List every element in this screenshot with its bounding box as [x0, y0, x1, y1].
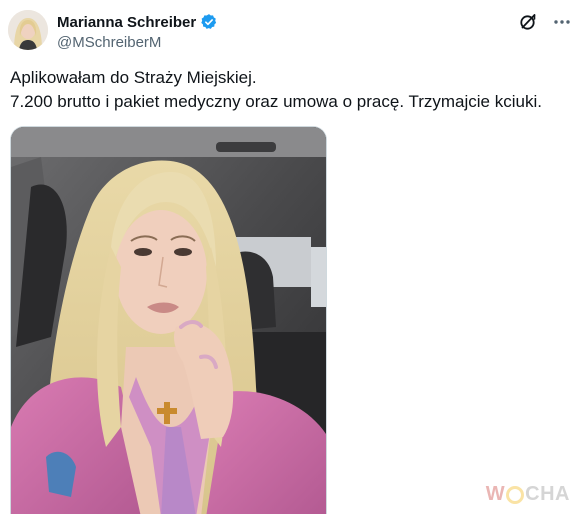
author-handle[interactable]: @MSchreiberM [57, 34, 218, 51]
watermark-rest: CHA [525, 483, 570, 505]
tweet-photo[interactable] [10, 126, 327, 514]
tweet-card: Marianna Schreiber @MSchreiberM Aplikowa… [0, 0, 582, 514]
tweet-text-line: 7.200 brutto i pakiet medyczny oraz umow… [10, 92, 542, 111]
more-icon[interactable] [552, 12, 572, 32]
watermark-o-icon [506, 485, 525, 504]
avatar[interactable] [8, 10, 48, 50]
tweet-top-actions [518, 12, 572, 32]
grok-icon[interactable] [518, 12, 538, 32]
watermark-logo: W CHA [486, 483, 570, 506]
verified-badge-icon[interactable] [200, 13, 218, 31]
author-display-name[interactable]: Marianna Schreiber [57, 14, 196, 31]
author-info: Marianna Schreiber @MSchreiberM [57, 12, 218, 51]
tweet-text: Aplikowałam do Straży Miejskiej. 7.200 b… [10, 66, 570, 114]
watermark-w: W [485, 483, 506, 505]
tweet-text-line: Aplikowałam do Straży Miejskiej. [10, 68, 257, 87]
